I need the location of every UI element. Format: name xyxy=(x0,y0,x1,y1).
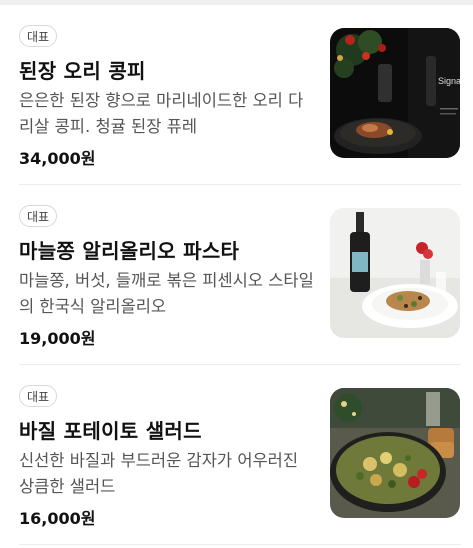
pasta-photo xyxy=(330,208,460,338)
menu-item-photo[interactable] xyxy=(330,388,460,518)
menu-item-description: 신선한 바질과 부드러운 감자가 어우러진 상큼한 샐러드 xyxy=(19,451,299,496)
menu-list: 대표 된장 오리 콩피 은은한 된장 향으로 마리네이드한 오리 다리살 콩피.… xyxy=(0,5,473,545)
duck-confit-photo: Signa xyxy=(330,28,460,158)
signature-badge: 대표 xyxy=(19,385,58,407)
menu-item-description: 은은한 된장 향으로 마리네이드한 오리 다리살 콩피. 청귤 된장 퓨레 xyxy=(19,91,304,136)
menu-item-price: 19,000원 xyxy=(19,329,96,348)
signature-badge: 대표 xyxy=(19,25,58,47)
menu-item-photo[interactable]: Signa xyxy=(330,28,460,158)
menu-item-name: 마늘쫑 알리올리오 파스타 xyxy=(19,239,240,263)
menu-item[interactable]: 대표 마늘쫑 알리올리오 파스타 마늘쫑, 버섯, 들깨로 볶은 피센시오 스타… xyxy=(19,185,461,365)
menu-item-name: 바질 포테이토 샐러드 xyxy=(19,419,202,443)
signature-badge: 대표 xyxy=(19,205,58,227)
menu-item-price: 16,000원 xyxy=(19,509,96,528)
menu-item-photo[interactable] xyxy=(330,208,460,338)
salad-photo xyxy=(330,388,460,518)
menu-item-description: 마늘쫑, 버섯, 들깨로 볶은 피센시오 스타일의 한국식 알리올리오 xyxy=(19,271,314,316)
menu-item-name: 된장 오리 콩피 xyxy=(19,59,146,83)
menu-item[interactable]: 대표 바질 포테이토 샐러드 신선한 바질과 부드러운 감자가 어우러진 상큼한… xyxy=(19,365,461,545)
menu-item-price: 34,000원 xyxy=(19,149,96,168)
photo-signage-text: Signa xyxy=(438,76,460,86)
menu-item[interactable]: 대표 된장 오리 콩피 은은한 된장 향으로 마리네이드한 오리 다리살 콩피.… xyxy=(19,5,461,185)
